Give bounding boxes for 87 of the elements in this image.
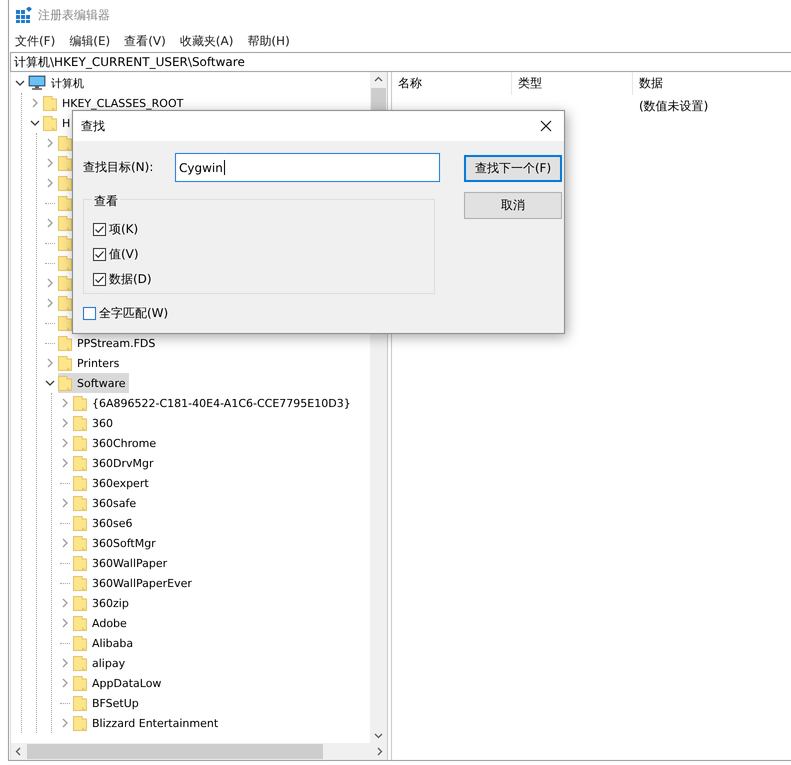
tree-item[interactable]: 360safe [92,496,136,510]
value-cell-text: (数值未设置) [638,98,708,114]
folder-icon [73,415,87,431]
tree-item[interactable]: 360DrvMgr [92,456,154,470]
folder-icon [73,515,87,531]
folder-icon [58,335,72,351]
tree-item[interactable]: 360se6 [92,516,132,530]
folder-icon [73,675,87,691]
checkbox[interactable] [93,248,106,261]
tree-item[interactable]: 360Chrome [92,436,156,450]
menu-item[interactable]: 文件(F) [15,32,56,50]
field-label: 查找目标(N): [83,159,154,176]
menu-item[interactable]: 帮助(H) [247,32,290,50]
folder-icon [73,435,87,451]
tree-item[interactable]: Blizzard Entertainment [92,716,218,730]
tree-item[interactable]: AppDataLow [92,676,162,690]
folder-icon [73,455,87,471]
folder-icon [73,575,87,591]
tree-item[interactable]: 360expert [92,476,149,490]
registry-icon [16,7,32,23]
folder-icon [73,635,87,651]
tree-item[interactable]: {6A896522-C181-40E4-A1C6-CCE7795E10D3} [92,396,351,410]
folder-icon [58,175,72,191]
tree-item[interactable]: H [62,116,70,130]
computer-icon [28,75,46,91]
folder-icon [58,195,72,211]
tree-item[interactable]: 360WallPaperEver [92,576,192,590]
folder-icon [58,275,72,291]
scroll-up-icon[interactable] [374,76,383,82]
close-icon[interactable] [540,120,552,132]
cancel-button[interactable]: 取消 [464,192,562,219]
column-header[interactable]: 数据 [633,72,663,95]
checkbox[interactable] [93,273,106,286]
checkbox-label: 全字匹配(W) [99,305,168,322]
folder-icon [73,495,87,511]
checkbox-label: 值(V) [109,246,139,263]
folder-icon [73,715,87,731]
find-next-button[interactable]: 查找下一个(F) [464,155,562,182]
tree-item[interactable]: Printers [77,356,120,370]
folder-icon [43,95,57,111]
address-field[interactable]: 计算机\HKEY_CURRENT_USER\Software [10,52,791,72]
menu-item[interactable]: 收藏夹(A) [180,32,234,50]
folder-icon [58,355,72,371]
folder-icon [58,215,72,231]
tree-item[interactable]: alipay [92,656,126,670]
folder-icon [73,595,87,611]
folder-icon [73,655,87,671]
folder-icon [58,135,72,151]
window-title: 注册表编辑器 [38,6,110,24]
folder-icon [58,235,72,251]
tree-item[interactable]: 计算机 [51,76,84,90]
dialog-title: 查找 [81,118,105,134]
folder-icon [73,615,87,631]
column-header[interactable]: 类型 [512,72,633,95]
folder-icon [43,115,57,131]
folder-icon [73,535,87,551]
column-header[interactable]: 名称 [392,72,512,95]
tree-item[interactable]: 360 [92,416,113,430]
tree-item[interactable]: HKEY_CLASSES_ROOT [62,96,184,110]
scroll-right-icon[interactable] [377,747,383,756]
tree-item[interactable]: 360WallPaper [92,556,168,570]
horizontal-scrollbar[interactable] [11,743,387,760]
folder-icon [58,155,72,171]
tree-item[interactable]: 360SoftMgr [92,536,156,550]
scroll-left-icon[interactable] [15,747,21,756]
checkbox-label: 数据(D) [109,271,152,288]
checkbox[interactable] [93,223,106,236]
folder-icon [58,375,72,391]
folder-icon [58,255,72,271]
folder-icon [73,395,87,411]
scroll-thumb[interactable] [27,744,323,759]
menu-item[interactable]: 编辑(E) [69,32,110,50]
folder-icon [58,295,72,311]
checkbox-label: 项(K) [109,221,138,238]
tree-item[interactable]: 360zip [92,596,129,610]
folder-icon [73,475,87,491]
checkbox[interactable] [83,307,96,320]
folder-icon [58,315,72,331]
tree-item[interactable]: Alibaba [92,636,134,650]
folder-icon [73,695,87,711]
scroll-down-icon[interactable] [374,733,383,739]
menu-item[interactable]: 查看(V) [124,32,166,50]
folder-icon [73,555,87,571]
tree-item[interactable]: BFSetUp [92,696,139,710]
tree-item[interactable]: Adobe [92,616,127,630]
tree-item[interactable]: PPStream.FDS [77,336,156,350]
find-input-field[interactable]: Cygwin [175,153,440,182]
